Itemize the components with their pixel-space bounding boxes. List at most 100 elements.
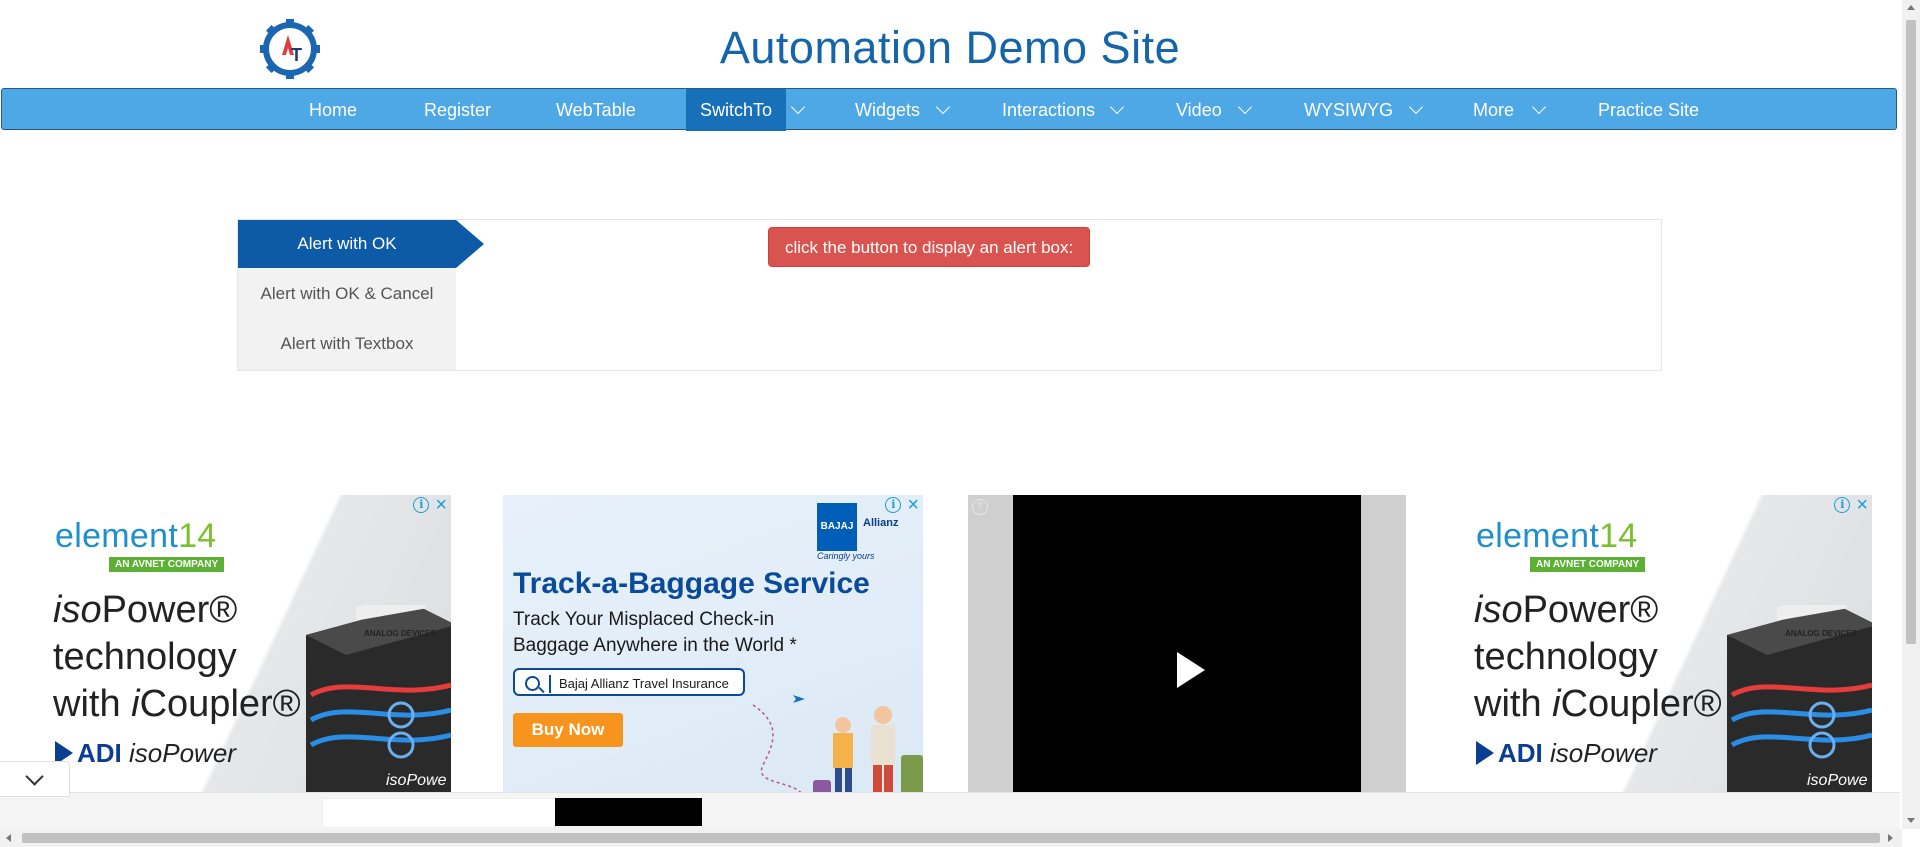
- scroll-right-arrow-icon[interactable]: [1888, 834, 1893, 842]
- scroll-down-arrow-icon[interactable]: [1907, 818, 1915, 823]
- ad-headline-power: Power®: [1522, 589, 1659, 631]
- buy-now-button[interactable]: Buy Now: [513, 713, 623, 747]
- travelers-illustration-icon: [752, 695, 923, 792]
- info-icon[interactable]: i: [885, 497, 902, 513]
- nav-more[interactable]: More: [1473, 89, 1514, 131]
- ad-headline-with: with: [53, 683, 132, 725]
- close-icon[interactable]: ×: [1856, 495, 1868, 515]
- search-icon: [525, 676, 540, 691]
- bajaj-logo: BAJAJ: [817, 503, 857, 551]
- ad-headline: isoPower® technology with iCoupler®: [1474, 587, 1722, 728]
- ad-bajaj-allianz[interactable]: BAJAJ Allianz Caringly yours Track-a-Bag…: [503, 495, 923, 792]
- bottom-ad-bar: [0, 792, 1900, 829]
- alert-tabs: Alert with OK Alert with OK & Cancel Ale…: [238, 220, 456, 370]
- ad-brand: element14: [1476, 517, 1637, 556]
- ad-subtitle-line2: Baggage Anywhere in the World *: [513, 635, 797, 656]
- ad-chip-footer: isoPowe: [386, 772, 447, 789]
- ad-headline-power: Power®: [101, 589, 238, 631]
- allianz-logo: Allianz: [863, 517, 899, 529]
- help-icon[interactable]: ?: [972, 499, 988, 515]
- video-frame[interactable]: [1013, 495, 1361, 792]
- tab-alert-ok[interactable]: Alert with OK: [238, 220, 456, 268]
- ad-footer-product: isoPower: [1550, 738, 1657, 768]
- nav-video[interactable]: Video: [1176, 89, 1222, 131]
- nav-switchto[interactable]: SwitchTo: [686, 89, 786, 131]
- ad-subtitle-line1: Track Your Misplaced Check-in: [513, 609, 775, 630]
- nav-widgets-label: Widgets: [855, 100, 921, 120]
- chip-illustration-icon: ANALOG DEVICES isoPowe: [1727, 605, 1872, 792]
- ad-brand-num: 14: [1599, 517, 1638, 555]
- ad-headline-i: i: [1552, 683, 1561, 725]
- chevron-down-icon[interactable]: [1232, 89, 1258, 131]
- ad-footer-brand: ADI isoPower: [1476, 738, 1657, 769]
- ad-footer-adi: ADI: [77, 738, 122, 768]
- ad-badges: i ×: [885, 495, 919, 515]
- nav-register[interactable]: Register: [424, 89, 491, 131]
- ad-chip-footer: isoPowe: [1807, 772, 1868, 789]
- horizontal-scroll-thumb[interactable]: [22, 833, 1880, 843]
- ad-badges: i ×: [413, 495, 447, 515]
- ad-headline-iso: iso: [1474, 589, 1523, 631]
- play-icon[interactable]: [1177, 652, 1205, 688]
- bajaj-tagline: Caringly yours: [817, 551, 875, 561]
- info-icon[interactable]: i: [1834, 497, 1851, 513]
- ad-headline-technology: technology: [1474, 636, 1658, 678]
- scroll-up-arrow-icon[interactable]: [1907, 5, 1915, 10]
- ad-brand: element14: [55, 517, 216, 556]
- ad-chip-label: ANALOG DEVICES: [1785, 629, 1858, 638]
- alert-panel: Alert with OK Alert with OK & Cancel Ale…: [237, 219, 1662, 371]
- nav-home[interactable]: Home: [309, 89, 357, 131]
- chevron-down-icon[interactable]: [930, 89, 956, 131]
- close-icon[interactable]: ×: [907, 495, 919, 515]
- adi-logo-icon: [1476, 741, 1494, 765]
- tab-alert-textbox[interactable]: Alert with Textbox: [238, 320, 456, 368]
- chevron-down-icon[interactable]: [1104, 89, 1130, 131]
- ad-headline-technology: technology: [53, 636, 237, 678]
- ad-tagline: AN AVNET COMPANY: [1530, 557, 1646, 572]
- chevron-down-icon: [25, 767, 44, 786]
- ad-element14[interactable]: element14 AN AVNET COMPANY isoPower® tec…: [31, 495, 451, 792]
- nav-video-label: Video: [1176, 100, 1222, 120]
- scroll-left-arrow-icon[interactable]: [6, 834, 11, 842]
- nav-wysiwyg[interactable]: WYSIWYG: [1304, 89, 1393, 131]
- nav-register-label: Register: [424, 100, 492, 120]
- collapse-ad-button[interactable]: [0, 761, 70, 797]
- ad-footer-product: isoPower: [129, 738, 236, 768]
- bottom-ad-slot[interactable]: [322, 798, 556, 828]
- site-title: Automation Demo Site: [719, 22, 1181, 73]
- ad-brand-text: element: [55, 517, 179, 555]
- nav-webtable-label: WebTable: [556, 100, 636, 120]
- tab-alert-ok-cancel[interactable]: Alert with OK & Cancel: [238, 270, 456, 318]
- ad-search-text: Bajaj Allianz Travel Insurance: [559, 676, 729, 691]
- nav-interactions[interactable]: Interactions: [1002, 89, 1095, 131]
- ad-element14-2[interactable]: element14 AN AVNET COMPANY isoPower® tec…: [1452, 495, 1872, 792]
- vertical-scroll-thumb[interactable]: [1906, 20, 1916, 644]
- main-navbar: Home Register WebTable SwitchTo Widgets …: [1, 88, 1897, 131]
- horizontal-scrollbar[interactable]: [0, 829, 1902, 847]
- ad-brand-num: 14: [178, 517, 217, 555]
- bottom-ad-video[interactable]: [555, 798, 702, 826]
- nav-practice-site-label: Practice Site: [1598, 100, 1700, 120]
- ad-headline-coupler: Coupler®: [1560, 683, 1722, 725]
- nav-wysiwyg-label: WYSIWYG: [1304, 100, 1393, 120]
- display-alert-button[interactable]: click the button to display an alert box…: [768, 227, 1091, 267]
- close-icon[interactable]: ×: [435, 495, 447, 515]
- chevron-down-icon[interactable]: [785, 89, 811, 131]
- info-icon[interactable]: i: [413, 497, 430, 513]
- ad-headline: isoPower® technology with iCoupler®: [53, 587, 301, 728]
- ad-title: Track-a-Baggage Service: [513, 567, 870, 600]
- nav-widgets[interactable]: Widgets: [855, 89, 920, 131]
- nav-more-label: More: [1473, 100, 1515, 120]
- ad-badges: i ×: [1834, 495, 1868, 515]
- nav-practice-site[interactable]: Practice Site: [1598, 89, 1699, 131]
- chevron-down-icon[interactable]: [1526, 89, 1552, 131]
- nav-interactions-label: Interactions: [1002, 100, 1096, 120]
- ad-footer-adi: ADI: [1498, 738, 1543, 768]
- nav-webtable[interactable]: WebTable: [556, 89, 636, 131]
- ad-tagline: AN AVNET COMPANY: [109, 557, 225, 572]
- vertical-scrollbar[interactable]: [1902, 0, 1920, 829]
- chevron-down-icon[interactable]: [1403, 89, 1429, 131]
- ad-video-player[interactable]: ?: [968, 495, 1406, 792]
- ad-search-box[interactable]: Bajaj Allianz Travel Insurance: [513, 668, 745, 696]
- ad-headline-coupler: Coupler®: [139, 683, 301, 725]
